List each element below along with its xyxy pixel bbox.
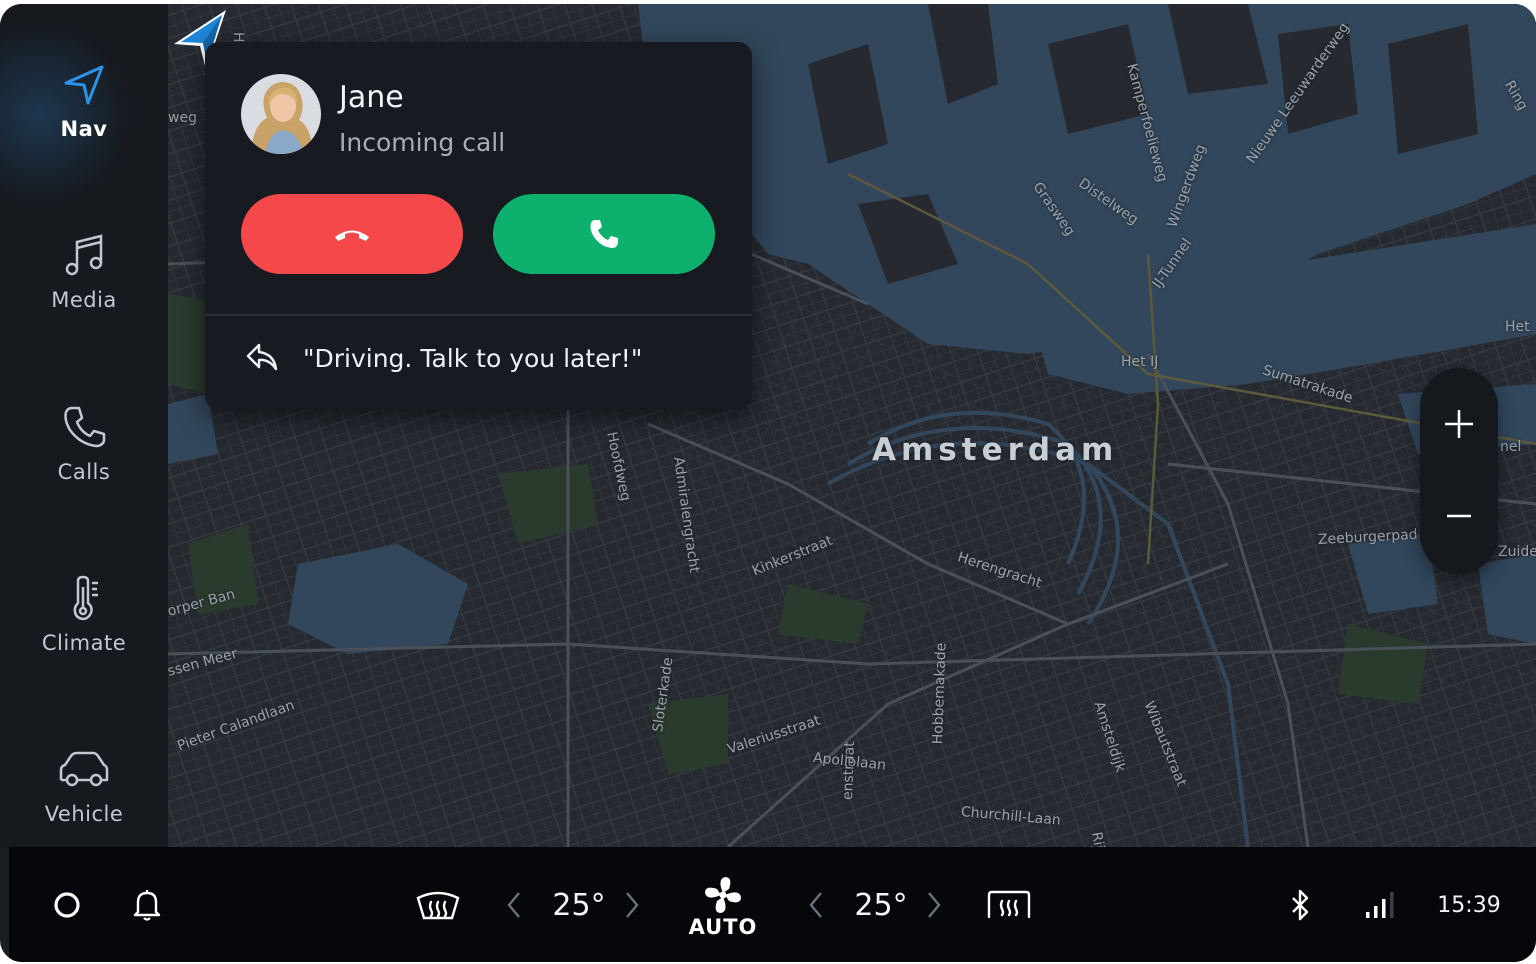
left-temperature: 25° (552, 887, 606, 923)
chevron-right-icon (626, 892, 639, 918)
music-note-icon (65, 234, 103, 276)
zoom-in-button[interactable] (1420, 378, 1498, 470)
quick-reply-text: "Driving. Talk to you later!" (303, 344, 643, 373)
map-city-label: Amsterdam (872, 432, 1119, 468)
fan-icon (705, 877, 741, 913)
right-temp-up-button[interactable] (919, 887, 949, 923)
sidebar-item-label: Vehicle (44, 802, 124, 826)
quick-reply-button[interactable]: "Driving. Talk to you later!" (205, 316, 752, 410)
sidebar-item-label: Climate (41, 631, 127, 655)
sidebar-item-calls[interactable]: Calls (0, 374, 168, 514)
notifications-button[interactable] (123, 881, 171, 929)
map-street-label: Het (1505, 319, 1530, 335)
caller-name: Jane (339, 80, 404, 115)
bluetooth-status (1285, 883, 1317, 927)
map-street-label: nel (1500, 439, 1522, 455)
signal-bars-icon (1366, 892, 1394, 918)
rear-defrost-icon (987, 890, 1031, 919)
hang-up-icon (335, 230, 369, 241)
bell-icon (133, 890, 161, 921)
incoming-call-card: Jane Incoming call "Driving. Talk to you… (205, 42, 752, 410)
chevron-left-icon (507, 892, 520, 918)
navigation-arrow-icon (64, 65, 104, 105)
sidebar-item-media[interactable]: Media (0, 202, 168, 342)
clock: 15:39 (1437, 892, 1501, 918)
map-street-label: Zuide (1498, 544, 1536, 560)
reply-icon (246, 343, 278, 371)
sidebar: Nav Media Calls Climate Vehicle (0, 4, 168, 847)
map-street-label: Rij (1088, 830, 1107, 847)
front-defrost-icon (416, 891, 460, 920)
phone-icon (64, 406, 106, 448)
car-icon (59, 751, 109, 787)
right-temp-down-button[interactable] (801, 887, 831, 923)
home-circle-icon (54, 892, 80, 918)
map-street-label: enstraat (840, 741, 859, 801)
thermometer-icon (73, 575, 98, 621)
chevron-left-icon (809, 892, 822, 918)
rear-defrost-button[interactable] (981, 883, 1037, 927)
sidebar-item-climate[interactable]: Climate (0, 545, 168, 685)
right-temperature: 25° (854, 887, 908, 923)
fan-mode-label: AUTO (688, 915, 758, 939)
left-temp-up-button[interactable] (617, 887, 647, 923)
infotainment-screen: Kamperfoelieweg Nieuwe Leeuwarderweg Dis… (0, 4, 1536, 962)
bluetooth-icon (1292, 889, 1309, 921)
phone-icon (590, 220, 618, 248)
zoom-control (1420, 368, 1498, 574)
signal-status (1359, 885, 1399, 925)
decline-call-button[interactable] (241, 194, 463, 274)
map-street-label: Het IJ (1121, 354, 1159, 370)
bottom-bar: 25° AUTO 25° 15:39 (9, 847, 1536, 962)
map-street-label: weg (168, 110, 197, 126)
sidebar-item-label: Media (51, 288, 117, 312)
front-defrost-button[interactable] (411, 883, 465, 927)
sidebar-item-label: Nav (60, 117, 108, 141)
sidebar-item-label: Calls (57, 460, 111, 484)
zoom-out-button[interactable] (1420, 470, 1498, 562)
plus-icon (1445, 410, 1473, 438)
left-temp-down-button[interactable] (499, 887, 529, 923)
sidebar-item-vehicle[interactable]: Vehicle (0, 717, 168, 857)
minus-icon (1447, 514, 1471, 518)
accept-call-button[interactable] (493, 194, 715, 274)
home-button[interactable] (43, 881, 91, 929)
fan-auto-button[interactable]: AUTO (681, 869, 765, 945)
call-status: Incoming call (339, 128, 506, 157)
chevron-right-icon (928, 892, 941, 918)
sidebar-item-nav[interactable]: Nav (0, 32, 168, 172)
avatar (241, 74, 321, 154)
